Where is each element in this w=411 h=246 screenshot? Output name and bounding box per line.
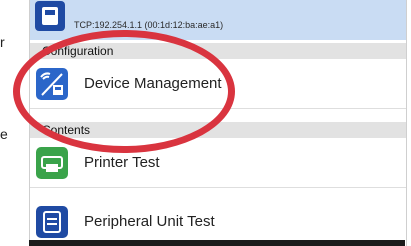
selected-device-row[interactable]: TCP:192.254.1.1 (00:1d:12:ba:ae:a1)	[30, 0, 406, 40]
list-item-printer-test[interactable]: Printer Test	[30, 139, 406, 188]
device-bezel	[29, 240, 405, 246]
section-header-configuration: Configuration	[30, 43, 406, 59]
list-item-peripheral-unit-test[interactable]: Peripheral Unit Test	[30, 198, 406, 246]
peripheral-unit-test-label: Peripheral Unit Test	[84, 213, 215, 230]
device-management-label: Device Management	[84, 75, 222, 92]
side-text-fragment: r	[0, 34, 5, 50]
printer-icon	[35, 1, 65, 31]
peripheral-unit-icon	[36, 206, 68, 238]
printer-test-icon	[36, 147, 68, 179]
printer-test-label: Printer Test	[84, 154, 160, 171]
section-header-contents: Contents	[30, 122, 406, 138]
device-address: TCP:192.254.1.1 (00:1d:12:ba:ae:a1)	[74, 20, 224, 30]
side-text-fragment: e	[0, 126, 8, 142]
device-management-icon	[36, 68, 68, 100]
list-item-device-management[interactable]: Device Management	[30, 60, 406, 109]
app-screen: TCP:192.254.1.1 (00:1d:12:ba:ae:a1) Conf…	[29, 0, 407, 246]
